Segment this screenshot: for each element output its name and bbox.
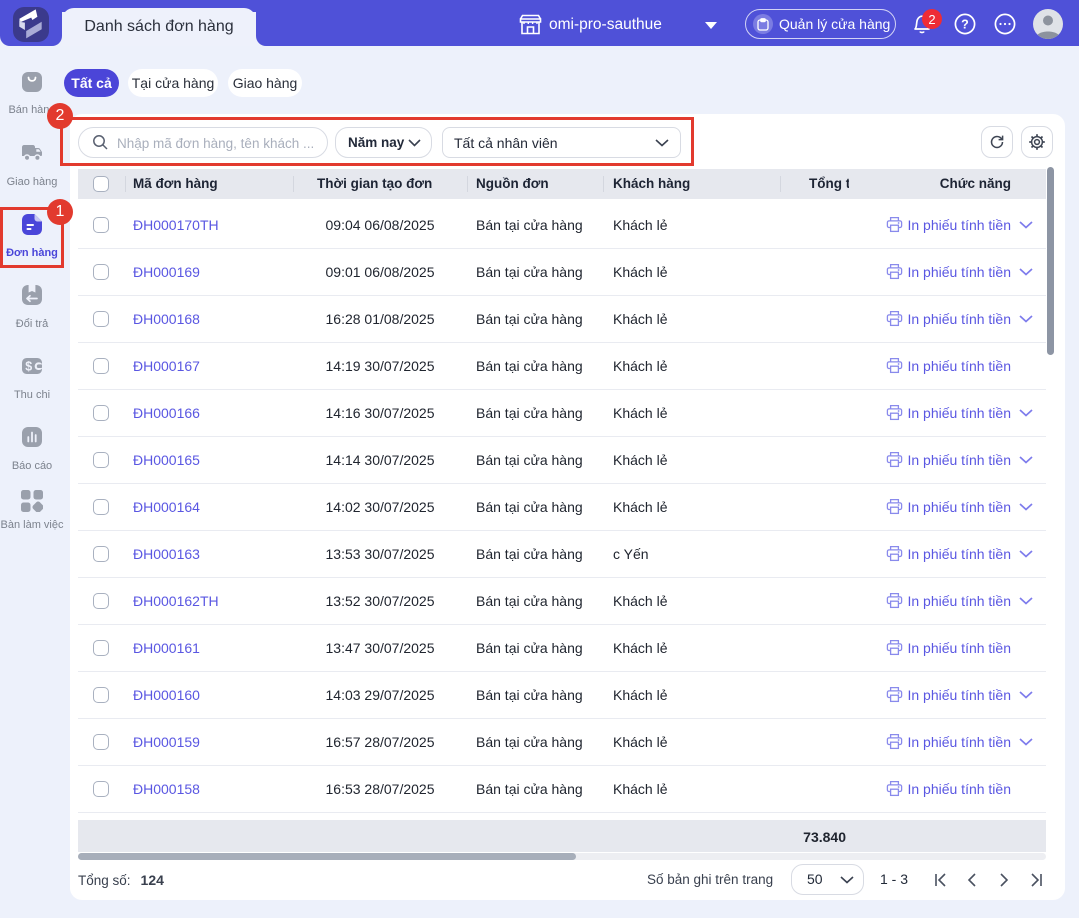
svg-text:?: ? [961,17,969,31]
svg-text:$: $ [25,359,32,373]
